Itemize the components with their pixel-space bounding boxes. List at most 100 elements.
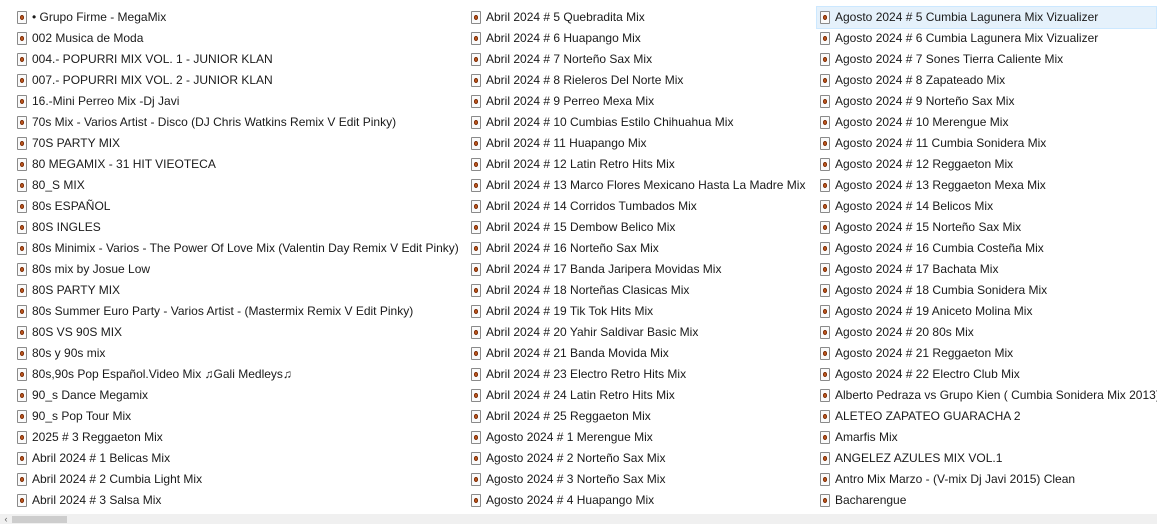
file-item[interactable]: Abril 2024 # 20 Yahir Saldivar Basic Mix (468, 322, 814, 343)
file-name: 80S VS 90S MIX (32, 325, 123, 339)
file-item[interactable]: 16.-Mini Perreo Mix -Dj Javi (14, 91, 466, 112)
file-item[interactable]: 70S PARTY MIX (14, 133, 466, 154)
file-item[interactable]: Agosto 2024 # 11 Cumbia Sonidera Mix (817, 133, 1157, 154)
file-name: Abril 2024 # 6 Huapango Mix (486, 31, 641, 45)
file-item[interactable]: Abril 2024 # 19 Tik Tok Hits Mix (468, 301, 814, 322)
file-name: 80S PARTY MIX (32, 283, 121, 297)
file-item[interactable]: Agosto 2024 # 22 Electro Club Mix (817, 364, 1157, 385)
file-item[interactable]: 80_S MIX (14, 175, 466, 196)
file-item[interactable]: Abril 2024 # 11 Huapango Mix (468, 133, 814, 154)
file-item[interactable]: Abril 2024 # 6 Huapango Mix (468, 28, 814, 49)
file-item[interactable]: Abril 2024 # 25 Reggaeton Mix (468, 406, 814, 427)
file-item[interactable]: 90_s Pop Tour Mix (14, 406, 466, 427)
file-name: ALETEO ZAPATEO GUARACHA 2 (835, 409, 1021, 423)
media-file-icon (471, 221, 481, 234)
file-item[interactable]: Abril 2024 # 3 Salsa Mix (14, 490, 466, 511)
file-item[interactable]: 80s Minimix - Varios - The Power Of Love… (14, 238, 466, 259)
file-item[interactable]: Bacharengue (817, 490, 1157, 511)
file-item[interactable]: Alberto Pedraza vs Grupo Kien ( Cumbia S… (817, 385, 1157, 406)
file-item[interactable]: Abril 2024 # 13 Marco Flores Mexicano Ha… (468, 175, 814, 196)
file-item[interactable]: • Grupo Firme - MegaMix (14, 7, 466, 28)
file-item[interactable]: Antro Mix Marzo - (V-mix Dj Javi 2015) C… (817, 469, 1157, 490)
file-name: 80s Summer Euro Party - Varios Artist - … (32, 304, 414, 318)
file-item[interactable]: 002 Musica de Moda (14, 28, 466, 49)
file-item[interactable]: Agosto 2024 # 12 Reggaeton Mix (817, 154, 1157, 175)
file-name: Abril 2024 # 1 Belicas Mix (32, 451, 171, 465)
media-file-icon (471, 473, 481, 486)
file-item[interactable]: 80s,90s Pop Español.Video Mix ♫Gali Medl… (14, 364, 466, 385)
file-item[interactable]: 80S PARTY MIX (14, 280, 466, 301)
file-item[interactable]: Agosto 2024 # 15 Norteño Sax Mix (817, 217, 1157, 238)
media-file-icon (17, 305, 27, 318)
file-item[interactable]: Abril 2024 # 14 Corridos Tumbados Mix (468, 196, 814, 217)
media-file-icon (820, 473, 830, 486)
media-file-icon (471, 368, 481, 381)
file-item[interactable]: Agosto 2024 # 8 Zapateado Mix (817, 70, 1157, 91)
file-item[interactable]: Agosto 2024 # 19 Aniceto Molina Mix (817, 301, 1157, 322)
file-item[interactable]: Agosto 2024 # 6 Cumbia Lagunera Mix Vizu… (817, 28, 1157, 49)
file-item[interactable]: Abril 2024 # 23 Electro Retro Hits Mix (468, 364, 814, 385)
file-item[interactable]: 70s Mix - Varios Artist - Disco (DJ Chri… (14, 112, 466, 133)
file-item[interactable]: Abril 2024 # 1 Belicas Mix (14, 448, 466, 469)
file-item[interactable]: Abril 2024 # 10 Cumbias Estilo Chihuahua… (468, 112, 814, 133)
file-item[interactable]: Agosto 2024 # 1 Merengue Mix (468, 427, 814, 448)
file-item[interactable]: 007.- POPURRI MIX VOL. 2 - JUNIOR KLAN (14, 70, 466, 91)
file-item[interactable]: 80 MEGAMIX - 31 HIT VIEOTECA (14, 154, 466, 175)
file-item[interactable]: Abril 2024 # 18 Norteñas Clasicas Mix (468, 280, 814, 301)
file-item[interactable]: Agosto 2024 # 13 Reggaeton Mexa Mix (817, 175, 1157, 196)
file-item[interactable]: 80s Summer Euro Party - Varios Artist - … (14, 301, 466, 322)
file-item[interactable]: Agosto 2024 # 7 Sones Tierra Caliente Mi… (817, 49, 1157, 70)
file-item[interactable]: Abril 2024 # 21 Banda Movida Mix (468, 343, 814, 364)
file-item[interactable]: Amarfis Mix (817, 427, 1157, 448)
media-file-icon (820, 389, 830, 402)
file-item[interactable]: Agosto 2024 # 10 Merengue Mix (817, 112, 1157, 133)
file-item[interactable]: 80s ESPAÑOL (14, 196, 466, 217)
file-item[interactable]: 80S INGLES (14, 217, 466, 238)
file-item[interactable]: Agosto 2024 # 3 Norteño Sax Mix (468, 469, 814, 490)
file-item[interactable]: Abril 2024 # 15 Dembow Belico Mix (468, 217, 814, 238)
file-item[interactable]: 004.- POPURRI MIX VOL. 1 - JUNIOR KLAN (14, 49, 466, 70)
media-file-icon (820, 284, 830, 297)
horizontal-scrollbar[interactable]: ‹ (0, 514, 1157, 524)
file-item[interactable]: 90_s Dance Megamix (14, 385, 466, 406)
file-item[interactable]: ANGELEZ AZULES MIX VOL.1 (817, 448, 1157, 469)
file-item[interactable]: Abril 2024 # 5 Quebradita Mix (468, 7, 814, 28)
file-item[interactable]: Abril 2024 # 7 Norteño Sax Mix (468, 49, 814, 70)
media-file-icon (17, 200, 27, 213)
file-item[interactable]: ALETEO ZAPATEO GUARACHA 2 (817, 406, 1157, 427)
media-file-icon (820, 242, 830, 255)
media-file-icon (820, 494, 830, 507)
file-item[interactable]: Abril 2024 # 8 Rieleros Del Norte Mix (468, 70, 814, 91)
file-name: Abril 2024 # 5 Quebradita Mix (486, 10, 645, 24)
file-item[interactable]: Abril 2024 # 16 Norteño Sax Mix (468, 238, 814, 259)
file-item[interactable]: Agosto 2024 # 16 Cumbia Costeña Mix (817, 238, 1157, 259)
file-item[interactable]: Agosto 2024 # 5 Cumbia Lagunera Mix Vizu… (816, 6, 1157, 29)
file-item[interactable]: Agosto 2024 # 4 Huapango Mix (468, 490, 814, 511)
file-name: Agosto 2024 # 20 80s Mix (835, 325, 974, 339)
media-file-icon (471, 158, 481, 171)
file-item[interactable]: 2025 # 3 Reggaeton Mix (14, 427, 466, 448)
file-item[interactable]: Abril 2024 # 9 Perreo Mexa Mix (468, 91, 814, 112)
file-item[interactable]: Agosto 2024 # 14 Belicos Mix (817, 196, 1157, 217)
file-item[interactable]: Abril 2024 # 24 Latin Retro Hits Mix (468, 385, 814, 406)
file-item[interactable]: 80s mix by Josue Low (14, 259, 466, 280)
media-file-icon (471, 116, 481, 129)
file-item[interactable]: 80s y 90s mix (14, 343, 466, 364)
media-file-icon (17, 11, 27, 24)
file-item[interactable]: Agosto 2024 # 2 Norteño Sax Mix (468, 448, 814, 469)
file-item[interactable]: Abril 2024 # 2 Cumbia Light Mix (14, 469, 466, 490)
chevron-left-icon[interactable]: ‹ (2, 514, 10, 524)
file-item[interactable]: Agosto 2024 # 17 Bachata Mix (817, 259, 1157, 280)
file-item[interactable]: Agosto 2024 # 9 Norteño Sax Mix (817, 91, 1157, 112)
file-column: Abril 2024 # 5 Quebradita Mix Abril 2024 … (468, 7, 814, 511)
media-file-icon (471, 284, 481, 297)
file-column: • Grupo Firme - MegaMix 002 Musica de Mod… (14, 7, 466, 511)
file-item[interactable]: Agosto 2024 # 20 80s Mix (817, 322, 1157, 343)
file-item[interactable]: Abril 2024 # 12 Latin Retro Hits Mix (468, 154, 814, 175)
file-item[interactable]: Abril 2024 # 17 Banda Jaripera Movidas M… (468, 259, 814, 280)
file-item[interactable]: Agosto 2024 # 21 Reggaeton Mix (817, 343, 1157, 364)
file-item[interactable]: Agosto 2024 # 18 Cumbia Sonidera Mix (817, 280, 1157, 301)
file-item[interactable]: 80S VS 90S MIX (14, 322, 466, 343)
file-name: 002 Musica de Moda (32, 31, 144, 45)
scrollbar-thumb[interactable] (12, 516, 67, 523)
